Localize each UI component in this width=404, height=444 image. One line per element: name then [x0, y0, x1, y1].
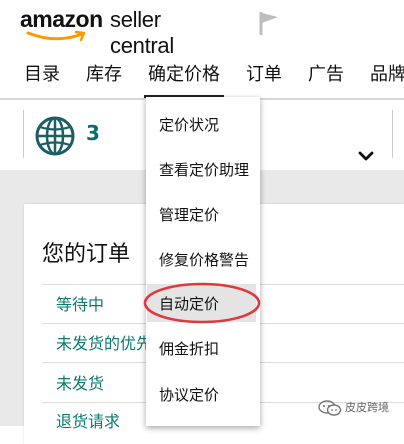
flag-icon[interactable] — [258, 10, 282, 36]
menu-item-pricing-assistant[interactable]: 查看定价助理 — [159, 159, 249, 180]
menu-item-manage-pricing[interactable]: 管理定价 — [159, 204, 219, 225]
wechat-icon — [318, 400, 342, 416]
menu-item-fee-discounts[interactable]: 佣金折扣 — [159, 338, 219, 359]
order-link-return-requests[interactable]: 退货请求 — [56, 408, 120, 432]
divider — [23, 110, 24, 158]
order-link-unshipped-priority[interactable]: 未发货的优先 — [56, 330, 152, 354]
order-link-unshipped[interactable]: 未发货 — [56, 370, 104, 394]
divider — [392, 110, 393, 158]
nav-catalog[interactable]: 目录 — [24, 60, 60, 86]
orders-card-title: 您的订单 — [42, 242, 131, 267]
watermark: 皮皮跨境 — [318, 398, 404, 418]
chevron-down-icon[interactable] — [356, 148, 376, 164]
amazon-smile-icon — [26, 30, 86, 42]
menu-item-fix-price-alerts[interactable]: 修复价格警告 — [159, 249, 249, 270]
nav-inventory[interactable]: 库存 — [86, 60, 122, 86]
main-nav: 目录 库存 确定价格 订单 广告 品牌 — [0, 50, 404, 100]
annotation-circle — [143, 282, 261, 324]
menu-item-pricing-health[interactable]: 定价状况 — [159, 114, 219, 135]
nav-advertising[interactable]: 广告 — [308, 60, 344, 86]
nav-orders[interactable]: 订单 — [246, 60, 282, 86]
globe-icon[interactable] — [34, 115, 76, 157]
amazon-seller-central-logo[interactable]: amazon seller central — [20, 6, 230, 58]
watermark-text: 皮皮跨境 — [345, 401, 389, 414]
nav-brands[interactable]: 品牌 — [370, 60, 404, 86]
order-link-pending[interactable]: 等待中 — [56, 291, 104, 315]
logo-amazon-text: amazon — [20, 6, 103, 32]
nav-pricing[interactable]: 确定价格 — [144, 60, 224, 98]
marketplace-count[interactable]: 3 — [86, 121, 100, 145]
menu-item-negotiated-pricing[interactable]: 协议定价 — [159, 384, 219, 405]
